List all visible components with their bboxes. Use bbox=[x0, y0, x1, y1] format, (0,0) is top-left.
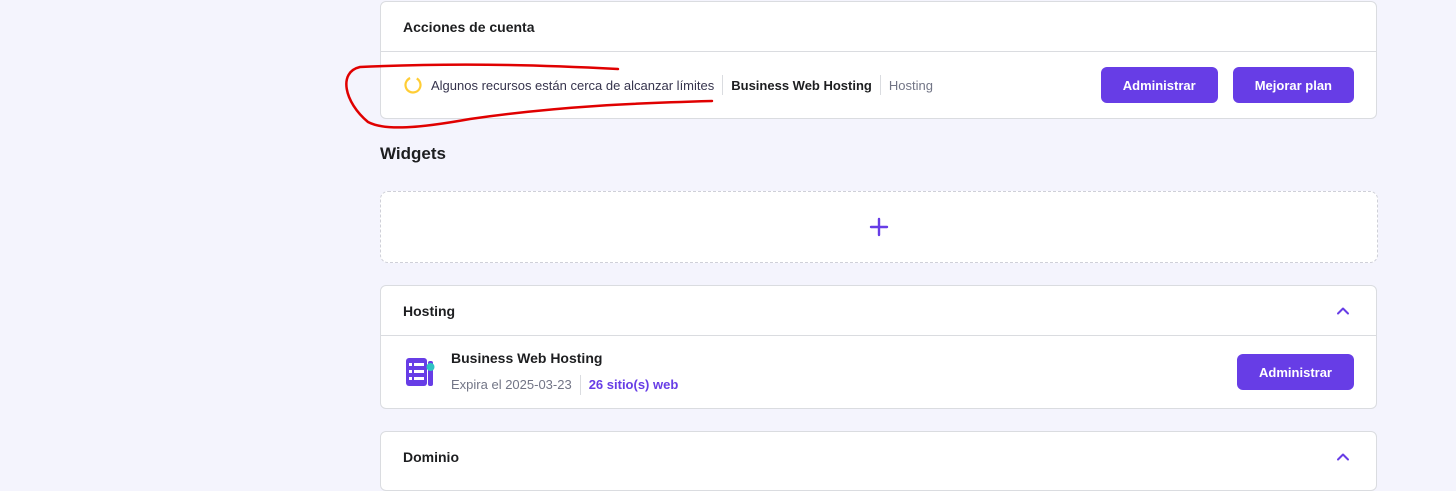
chevron-up-icon[interactable] bbox=[1332, 446, 1354, 468]
divider bbox=[879, 75, 881, 95]
domain-title: Dominio bbox=[403, 449, 459, 465]
plan-name: Business Web Hosting bbox=[731, 77, 872, 93]
hosting-administrar-button[interactable]: Administrar bbox=[1237, 354, 1354, 390]
chevron-up-icon[interactable] bbox=[1332, 300, 1354, 322]
warning-progress-icon bbox=[404, 76, 422, 94]
add-widget-area[interactable] bbox=[380, 191, 1378, 263]
hosting-header[interactable]: Hosting bbox=[381, 286, 1376, 336]
domain-card: Dominio bbox=[380, 431, 1377, 491]
hosting-title: Hosting bbox=[403, 302, 456, 319]
account-actions-card: Acciones de cuenta Algunos recursos está… bbox=[380, 1, 1377, 119]
expiration-date: Expira el 2025-03-23 bbox=[451, 377, 572, 392]
administrar-button[interactable]: Administrar bbox=[1100, 67, 1218, 103]
widgets-title: Widgets bbox=[380, 144, 446, 163]
domain-header[interactable]: Dominio bbox=[381, 432, 1376, 482]
account-actions-row: Algunos recursos están cerca de alcanzar… bbox=[381, 52, 1376, 118]
account-actions-title: Acciones de cuenta bbox=[403, 18, 535, 35]
mejorar-plan-button[interactable]: Mejorar plan bbox=[1232, 67, 1354, 103]
resource-warning-text: Algunos recursos están cerca de alcanzar… bbox=[431, 77, 715, 93]
divider bbox=[722, 75, 724, 95]
hosting-plan-name: Business Web Hosting bbox=[451, 349, 603, 366]
divider bbox=[579, 374, 581, 395]
plus-icon bbox=[869, 217, 889, 237]
hosting-card: Hosting Business Web Hosting Expira el 2… bbox=[380, 285, 1377, 409]
account-actions-header: Acciones de cuenta bbox=[381, 2, 1376, 52]
websites-count-link[interactable]: 26 sitio(s) web bbox=[589, 377, 679, 392]
plan-type: Hosting bbox=[888, 77, 933, 93]
hosting-item: Business Web Hosting Expira el 2025-03-2… bbox=[381, 336, 1376, 408]
server-icon bbox=[406, 358, 435, 386]
